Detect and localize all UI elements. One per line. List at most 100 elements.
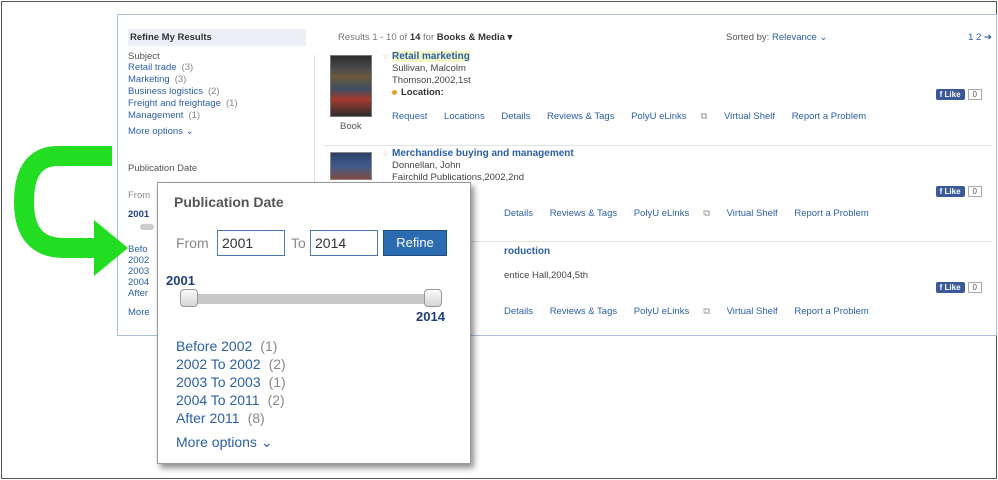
range-option[interactable]: 2004 To 2011 (2) [176, 391, 286, 409]
external-link-icon: ⧉ [703, 306, 710, 317]
action-elinks[interactable]: PolyU eLinks ⧉ [634, 306, 710, 317]
facet-count: (3) [181, 62, 194, 73]
facet-label: Marketing [128, 74, 170, 85]
result-author: Donnellan, John [392, 160, 461, 171]
facebook-like-button[interactable]: f Like [935, 89, 965, 100]
facebook-icon: f [939, 283, 943, 292]
year-range-slider[interactable] [180, 289, 442, 307]
range-label: After 2011 [176, 410, 240, 426]
range-option[interactable]: 2002 To 2002 (2) [176, 355, 286, 373]
range-label: Before 2002 [176, 338, 253, 354]
action-report-problem[interactable]: Report a Problem [794, 306, 868, 317]
action-details[interactable]: Details [504, 208, 533, 219]
result-publisher: entice Hall,2004,5th [504, 270, 588, 281]
facet-item-management[interactable]: Management (1) [128, 110, 306, 122]
facet-label: Management [128, 110, 184, 121]
action-virtual-shelf[interactable]: Virtual Shelf [724, 111, 775, 122]
from-label: From [176, 235, 209, 251]
elinks-label: PolyU eLinks [633, 208, 690, 219]
popup-more-options-link[interactable]: More options ⌄ [176, 434, 273, 451]
result-author: Sullivan, Malcolm [392, 63, 466, 74]
slider-max-label: 2014 [416, 309, 445, 324]
facebook-like-button[interactable]: f Like [935, 282, 965, 293]
curved-arrow-icon [14, 146, 128, 276]
result-location: Location: [392, 87, 444, 98]
action-virtual-shelf[interactable]: Virtual Shelf [727, 306, 778, 317]
slider-handle-from[interactable] [180, 289, 198, 307]
action-report-problem[interactable]: Report a Problem [794, 208, 868, 219]
slider-handle-to[interactable] [424, 289, 442, 307]
material-type-label: Book [340, 121, 362, 132]
facet-item-marketing[interactable]: Marketing (3) [128, 74, 306, 86]
facebook-icon: f [939, 187, 943, 196]
refine-heading: Refine My Results [128, 29, 306, 46]
scope-selector[interactable]: Books & Media ▾ [437, 32, 513, 43]
facet-item-business-logistics[interactable]: Business logistics (2) [128, 86, 306, 98]
action-reviews-tags[interactable]: Reviews & Tags [547, 111, 614, 122]
facebook-like[interactable]: f Like 0 [935, 186, 982, 197]
arrow-right-icon[interactable]: ➔ [984, 32, 992, 43]
range-count: (2) [268, 356, 286, 372]
action-details[interactable]: Details [501, 111, 530, 122]
facebook-like[interactable]: f Like 0 [935, 89, 982, 100]
pagination[interactable]: 1 2 ➔ [968, 32, 992, 43]
facet-item-freight[interactable]: Freight and freightage (1) [128, 98, 306, 110]
range-option[interactable]: 2003 To 2003 (1) [176, 373, 286, 391]
location-label: Location: [401, 87, 444, 98]
result-title-link[interactable]: roduction [504, 246, 550, 257]
chevron-down-icon: ⌄ [819, 32, 828, 43]
facet-item-retail-trade[interactable]: Retail trade (3) [128, 62, 306, 74]
action-locations[interactable]: Locations [444, 111, 485, 122]
facet-label: Business logistics [128, 86, 203, 97]
action-virtual-shelf[interactable]: Virtual Shelf [727, 208, 778, 219]
refine-button[interactable]: Refine [383, 230, 447, 256]
result-title-link[interactable]: Retail marketing [392, 51, 470, 62]
subject-more-options-link[interactable]: More options ⌄ [128, 126, 306, 137]
subject-facet-title: Subject [128, 51, 160, 62]
range-count: (1) [260, 338, 278, 354]
result-actions: Request Locations Details Reviews & Tags… [392, 111, 880, 122]
book-cover-image[interactable] [330, 55, 372, 117]
page-links[interactable]: 1 2 [968, 32, 981, 43]
external-link-icon: ⧉ [700, 111, 708, 122]
action-reviews-tags[interactable]: Reviews & Tags [550, 306, 617, 317]
action-reviews-tags[interactable]: Reviews & Tags [550, 208, 617, 219]
sort-value: Relevance [771, 32, 817, 43]
like-label: Like [944, 187, 961, 196]
like-label: Like [944, 90, 961, 99]
facet-count: (1) [188, 110, 201, 121]
star-icon[interactable]: ☆ [382, 52, 389, 61]
facebook-like[interactable]: f Like 0 [935, 282, 982, 293]
sort-label: Sorted by: [726, 32, 770, 43]
action-elinks[interactable]: PolyU eLinks ⧉ [631, 111, 707, 122]
scope-label: Books & Media [436, 32, 505, 43]
book-cover-image[interactable] [330, 152, 372, 180]
result-publisher: Thomson,2002,1st [392, 75, 471, 86]
action-report-problem[interactable]: Report a Problem [792, 111, 866, 122]
sort-control[interactable]: Sorted by: Relevance ⌄ [726, 32, 827, 43]
facet-count: (3) [174, 74, 187, 85]
slider-min-label: 2001 [166, 273, 195, 288]
facet-count: (1) [225, 98, 238, 109]
result-actions: Details Reviews & Tags PolyU eLinks ⧉ Vir… [504, 306, 883, 317]
star-icon[interactable]: ☆ [382, 149, 389, 158]
result-actions: Details Reviews & Tags PolyU eLinks ⧉ Vir… [504, 208, 883, 219]
range-option[interactable]: Before 2002 (1) [176, 337, 286, 355]
more-options-label: More options [128, 126, 183, 137]
result-title-link[interactable]: Merchandise buying and management [392, 148, 574, 159]
action-request[interactable]: Request [392, 111, 427, 122]
chevron-down-icon: ⌄ [260, 434, 273, 450]
action-elinks[interactable]: PolyU eLinks ⧉ [634, 208, 710, 219]
date-range-list: Before 2002 (1) 2002 To 2002 (2) 2003 To 2… [176, 337, 286, 427]
facet-count: (2) [207, 86, 220, 97]
like-count: 0 [967, 89, 982, 100]
results-prefix: Results 1 - 10 of [338, 32, 408, 43]
action-details[interactable]: Details [504, 306, 533, 317]
elinks-label: PolyU eLinks [633, 306, 690, 317]
external-link-icon: ⧉ [703, 208, 710, 219]
facebook-like-button[interactable]: f Like [935, 186, 965, 197]
from-year-input[interactable] [217, 230, 285, 256]
range-label: 2004 To 2011 [176, 392, 260, 408]
to-year-input[interactable] [310, 230, 378, 256]
range-option[interactable]: After 2011 (8) [176, 409, 286, 427]
